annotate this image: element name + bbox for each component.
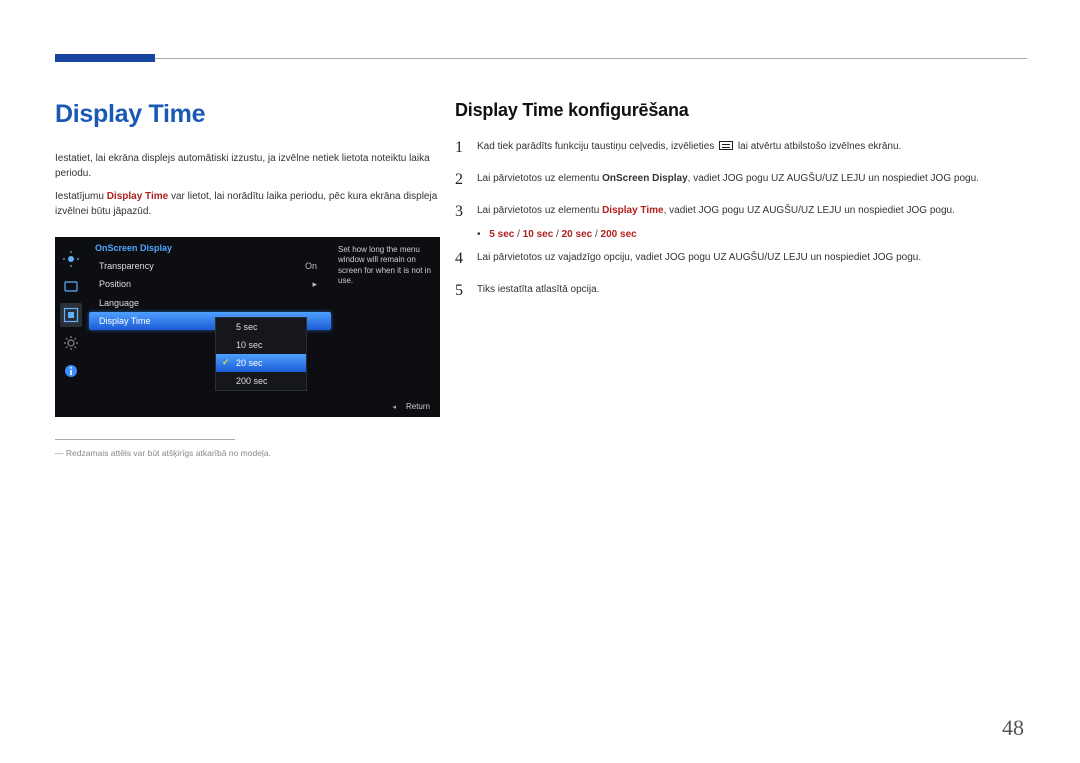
osd-screenshot: OnScreen Display Transparency On Positio… [55,237,440,417]
osd-label-display-time: Display Time [99,316,151,326]
step-2: 2 Lai pārvietotos uz elementu OnScreen D… [455,171,1027,189]
left-column: Display Time Iestatiet, lai ekrāna displ… [55,100,440,458]
brightness-icon [60,247,82,271]
step-1-pre: Kad tiek parādīts funkciju taustiņu ceļv… [477,141,717,152]
osd-value-transparency: On [305,261,317,271]
osd-popup: 5 sec 10 sec 20 sec 200 sec [215,317,307,391]
menu-icon [719,141,733,150]
chevron-left-icon: ◂ [392,404,396,411]
step-3-keyword: Display Time [602,205,664,216]
step-5: 5 Tiks iestatīta atlasītā opcija. [455,282,1027,300]
osd-icon [60,303,82,327]
right-column: Display Time konfigurēšana 1 Kad tiek pa… [455,100,1027,314]
step-num-1: 1 [455,139,477,157]
step-num-3: 3 [455,203,477,221]
picture-icon [60,275,82,299]
step-2-keyword: OnScreen Display [602,173,688,184]
page-title: Display Time [55,100,440,129]
osd-row-position: Position ▸ [85,275,335,294]
osd-option-20sec: 20 sec [216,354,306,372]
osd-label-position: Position [99,279,131,290]
step-1: 1 Kad tiek parādīts funkciju taustiņu ce… [455,139,1027,157]
settings-icon [60,331,82,355]
opt-200sec: 200 sec [601,229,637,240]
osd-option-10sec: 10 sec [216,336,306,354]
footnote-separator [55,439,235,440]
osd-return-label: Return [406,402,430,411]
step-num-5: 5 [455,282,477,300]
page-number: 48 [1002,715,1024,741]
options-bullet: • 5 sec / 10 sec / 20 sec / 200 sec [477,229,1027,240]
footnote: ― Redzamais attēls var būt atšķirīgs atk… [55,448,440,458]
step-4-body: Lai pārvietotos uz vajadzīgo opciju, vad… [477,250,921,268]
intro-2-keyword: Display Time [107,191,169,202]
chevron-right-icon: ▸ [312,279,317,290]
osd-option-5sec: 5 sec [216,318,306,336]
top-rule [55,58,1027,59]
osd-label-language: Language [99,298,139,308]
osd-option-200sec: 200 sec [216,372,306,390]
osd-sidebar [60,247,82,383]
intro-2: Iestatījumu Display Time var lietot, lai… [55,189,440,219]
step-5-body: Tiks iestatīta atlasītā opcija. [477,282,599,300]
step-3-post: , vadiet JOG pogu UZ AUGŠU/UZ LEJU un no… [664,205,955,216]
step-2-post: , vadiet JOG pogu UZ AUGŠU/UZ LEJU un no… [688,173,979,184]
step-1-post: lai atvērtu atbilstošo izvēlnes ekrānu. [738,141,901,152]
step-4: 4 Lai pārvietotos uz vajadzīgo opciju, v… [455,250,1027,268]
info-icon [60,359,82,383]
section-subtitle: Display Time konfigurēšana [455,100,1027,121]
opt-10sec: 10 sec [523,229,554,240]
accent-bar [55,54,155,62]
osd-row-language: Language [85,294,335,312]
osd-row-transparency: Transparency On [85,257,335,275]
step-2-pre: Lai pārvietotos uz elementu [477,173,602,184]
osd-header: OnScreen Display [85,237,335,257]
opt-20sec: 20 sec [562,229,593,240]
step-3: 3 Lai pārvietotos uz elementu Display Ti… [455,203,1027,221]
step-num-4: 4 [455,250,477,268]
osd-description: Set how long the menu window will remain… [338,245,434,287]
osd-return: ◂ Return [392,402,430,411]
intro-1: Iestatiet, lai ekrāna displejs automātis… [55,151,440,181]
opt-5sec: 5 sec [489,229,514,240]
intro-2-pre: Iestatījumu [55,191,107,202]
osd-label-transparency: Transparency [99,261,154,271]
step-3-pre: Lai pārvietotos uz elementu [477,205,602,216]
step-num-2: 2 [455,171,477,189]
